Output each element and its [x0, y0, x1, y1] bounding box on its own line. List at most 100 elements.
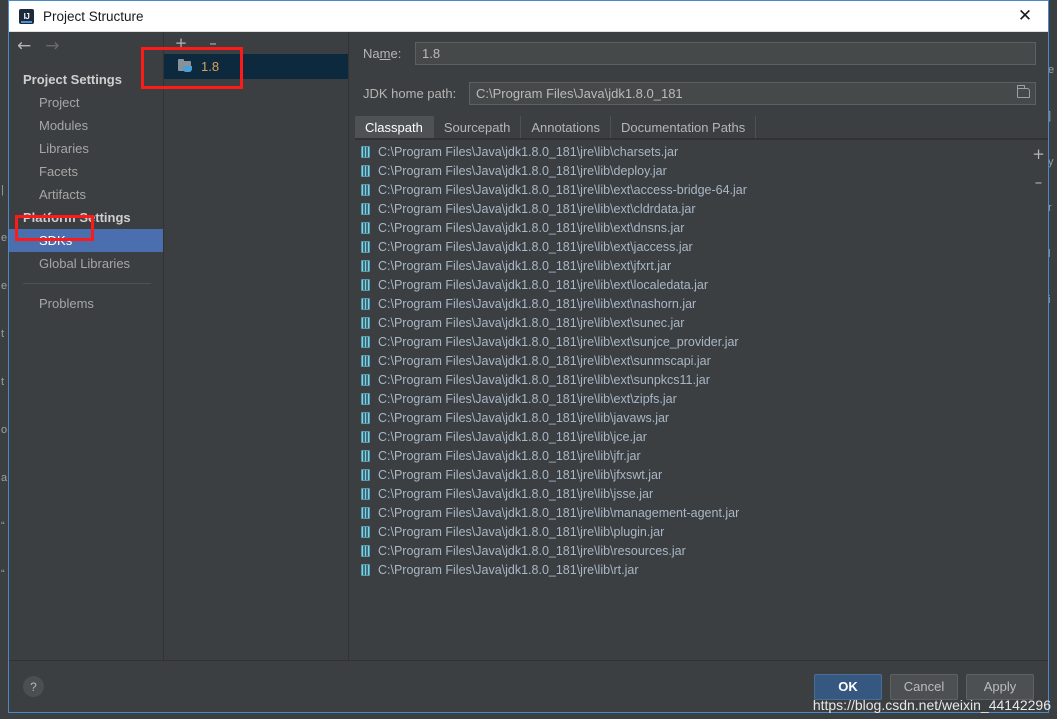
classpath-row[interactable]: C:\Program Files\Java\jdk1.8.0_181\jre\l…: [355, 370, 1028, 389]
classpath-row[interactable]: C:\Program Files\Java\jdk1.8.0_181\jre\l…: [355, 465, 1028, 484]
sidebar-item-problems[interactable]: Problems: [9, 292, 163, 315]
classpath-row[interactable]: C:\Program Files\Java\jdk1.8.0_181\jre\l…: [355, 332, 1028, 351]
jar-icon: [361, 145, 370, 158]
browse-folder-icon[interactable]: [1011, 83, 1035, 104]
ok-button[interactable]: OK: [814, 673, 882, 700]
classpath-entry-text: C:\Program Files\Java\jdk1.8.0_181\jre\l…: [378, 144, 679, 159]
forward-arrow-icon[interactable]: →: [45, 37, 59, 55]
classpath-entry-text: C:\Program Files\Java\jdk1.8.0_181\jre\l…: [378, 353, 711, 368]
jar-icon: [361, 221, 370, 234]
classpath-entry-text: C:\Program Files\Java\jdk1.8.0_181\jre\l…: [378, 410, 670, 425]
jar-icon: [361, 202, 370, 215]
classpath-row[interactable]: C:\Program Files\Java\jdk1.8.0_181\jre\l…: [355, 294, 1028, 313]
folder-icon: [1016, 85, 1030, 98]
sidebar-item-artifacts[interactable]: Artifacts: [9, 183, 163, 206]
jar-icon: [361, 373, 370, 386]
jdk-home-path-row: JDK home path: C:\Program Files\Java\jdk…: [349, 74, 1048, 112]
jar-icon: [361, 354, 370, 367]
classpath-row[interactable]: C:\Program Files\Java\jdk1.8.0_181\jre\l…: [355, 484, 1028, 503]
sdk-item-label: 1.8: [201, 59, 220, 74]
classpath-toolbar: + –: [1028, 140, 1048, 660]
close-icon[interactable]: ✕: [1012, 5, 1038, 27]
classpath-row[interactable]: C:\Program Files\Java\jdk1.8.0_181\jre\l…: [355, 199, 1028, 218]
tab-classpath[interactable]: Classpath: [355, 116, 434, 138]
apply-button[interactable]: Apply: [966, 673, 1034, 700]
jar-icon: [361, 544, 370, 557]
jdk-home-path-value: C:\Program Files\Java\jdk1.8.0_181: [476, 85, 683, 101]
sidebar-group-header: Platform Settings: [23, 210, 131, 225]
classpath-row[interactable]: C:\Program Files\Java\jdk1.8.0_181\jre\l…: [355, 313, 1028, 332]
name-input[interactable]: 1.8: [415, 41, 1036, 65]
sdk-list-item[interactable]: 1.8: [164, 54, 348, 79]
add-sdk-button[interactable]: +: [174, 35, 188, 51]
jar-icon: [361, 430, 370, 443]
classpath-row[interactable]: C:\Program Files\Java\jdk1.8.0_181\jre\l…: [355, 275, 1028, 294]
classpath-entry-text: C:\Program Files\Java\jdk1.8.0_181\jre\l…: [378, 429, 647, 444]
classpath-entry-text: C:\Program Files\Java\jdk1.8.0_181\jre\l…: [378, 296, 697, 311]
sidebar-item-global-libraries[interactable]: Global Libraries: [9, 252, 163, 275]
navigation-arrows: ← →: [9, 32, 163, 60]
add-classpath-button[interactable]: +: [1032, 147, 1045, 162]
jar-icon: [361, 259, 370, 272]
classpath-row[interactable]: C:\Program Files\Java\jdk1.8.0_181\jre\l…: [355, 541, 1028, 560]
intellij-idea-logo-icon: [19, 8, 34, 24]
back-arrow-icon[interactable]: ←: [17, 37, 31, 55]
jar-icon: [361, 183, 370, 196]
sidebar-item-libraries[interactable]: Libraries: [9, 137, 163, 160]
classpath-entry-text: C:\Program Files\Java\jdk1.8.0_181\jre\l…: [378, 258, 672, 273]
classpath-row[interactable]: C:\Program Files\Java\jdk1.8.0_181\jre\l…: [355, 256, 1028, 275]
footer-buttons: OK Cancel Apply: [814, 673, 1034, 700]
jar-icon: [361, 335, 370, 348]
jar-icon: [361, 278, 370, 291]
remove-classpath-button[interactable]: –: [1035, 175, 1043, 190]
classpath-row[interactable]: C:\Program Files\Java\jdk1.8.0_181\jre\l…: [355, 522, 1028, 541]
classpath-entry-text: C:\Program Files\Java\jdk1.8.0_181\jre\l…: [378, 448, 641, 463]
classpath-row[interactable]: C:\Program Files\Java\jdk1.8.0_181\jre\l…: [355, 503, 1028, 522]
sidebar-item-facets[interactable]: Facets: [9, 160, 163, 183]
classpath-entry-text: C:\Program Files\Java\jdk1.8.0_181\jre\l…: [378, 486, 654, 501]
classpath-row[interactable]: C:\Program Files\Java\jdk1.8.0_181\jre\l…: [355, 446, 1028, 465]
sidebar-item-sdks[interactable]: SDKs: [9, 229, 163, 252]
project-structure-dialog: Project Structure ✕ ← → Project Settings…: [8, 0, 1049, 713]
jar-icon: [361, 487, 370, 500]
sidebar-item-modules[interactable]: Modules: [9, 114, 163, 137]
jar-icon: [361, 164, 370, 177]
sidebar-item-project[interactable]: Project: [9, 91, 163, 114]
classpath-entry-text: C:\Program Files\Java\jdk1.8.0_181\jre\l…: [378, 334, 739, 349]
settings-sidebar: ← → Project Settings Project Modules Librar…: [9, 32, 164, 660]
jdk-home-path-input[interactable]: C:\Program Files\Java\jdk1.8.0_181: [469, 81, 1036, 105]
jar-icon: [361, 297, 370, 310]
name-field-row: Name: 1.8: [349, 32, 1048, 74]
classpath-list[interactable]: C:\Program Files\Java\jdk1.8.0_181\jre\l…: [355, 140, 1028, 660]
classpath-row[interactable]: C:\Program Files\Java\jdk1.8.0_181\jre\l…: [355, 142, 1028, 161]
classpath-entry-text: C:\Program Files\Java\jdk1.8.0_181\jre\l…: [378, 201, 696, 216]
classpath-row[interactable]: C:\Program Files\Java\jdk1.8.0_181\jre\l…: [355, 560, 1028, 579]
tab-sourcepath[interactable]: Sourcepath: [434, 116, 522, 138]
classpath-entry-text: C:\Program Files\Java\jdk1.8.0_181\jre\l…: [378, 239, 693, 254]
tab-annotations[interactable]: Annotations: [521, 116, 611, 138]
classpath-entry-text: C:\Program Files\Java\jdk1.8.0_181\jre\l…: [378, 182, 747, 197]
cancel-button[interactable]: Cancel: [890, 673, 958, 700]
detail-tabs: Classpath Sourcepath Annotations Documentat…: [355, 116, 1048, 139]
classpath-row[interactable]: C:\Program Files\Java\jdk1.8.0_181\jre\l…: [355, 161, 1028, 180]
dialog-body: ← → Project Settings Project Modules Librar…: [9, 32, 1048, 660]
classpath-row[interactable]: C:\Program Files\Java\jdk1.8.0_181\jre\l…: [355, 180, 1028, 199]
jar-icon: [361, 240, 370, 253]
dialog-title: Project Structure: [43, 8, 144, 24]
remove-sdk-button[interactable]: –: [206, 35, 220, 51]
sidebar-group-header: Project Settings: [23, 72, 122, 87]
jar-icon: [361, 449, 370, 462]
classpath-row[interactable]: C:\Program Files\Java\jdk1.8.0_181\jre\l…: [355, 218, 1028, 237]
classpath-entry-text: C:\Program Files\Java\jdk1.8.0_181\jre\l…: [378, 372, 710, 387]
classpath-entry-text: C:\Program Files\Java\jdk1.8.0_181\jre\l…: [378, 543, 686, 558]
jar-icon: [361, 468, 370, 481]
tab-documentation-paths[interactable]: Documentation Paths: [611, 116, 757, 138]
help-button[interactable]: ?: [23, 676, 44, 697]
classpath-row[interactable]: C:\Program Files\Java\jdk1.8.0_181\jre\l…: [355, 427, 1028, 446]
classpath-row[interactable]: C:\Program Files\Java\jdk1.8.0_181\jre\l…: [355, 237, 1028, 256]
jar-icon: [361, 506, 370, 519]
classpath-row[interactable]: C:\Program Files\Java\jdk1.8.0_181\jre\l…: [355, 408, 1028, 427]
classpath-entry-text: C:\Program Files\Java\jdk1.8.0_181\jre\l…: [378, 391, 677, 406]
classpath-row[interactable]: C:\Program Files\Java\jdk1.8.0_181\jre\l…: [355, 389, 1028, 408]
classpath-row[interactable]: C:\Program Files\Java\jdk1.8.0_181\jre\l…: [355, 351, 1028, 370]
